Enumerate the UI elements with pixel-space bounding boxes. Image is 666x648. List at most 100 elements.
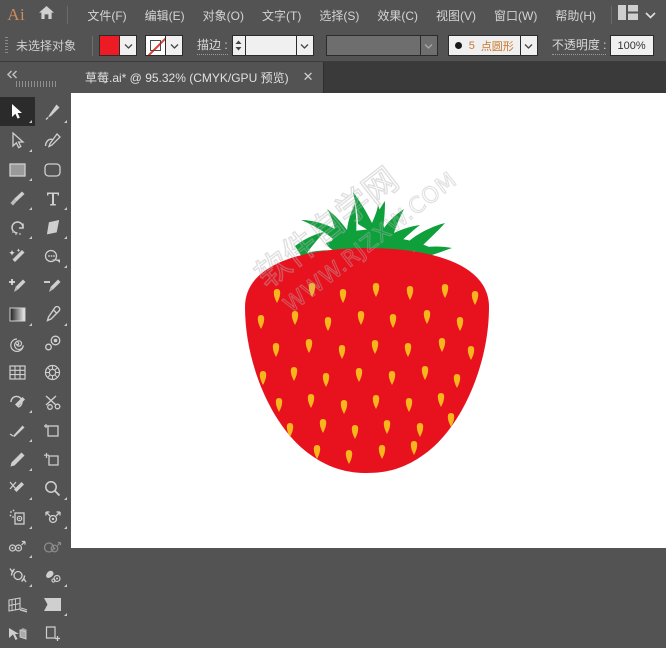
tool-corner-marker	[64, 497, 67, 500]
shaper-tool[interactable]	[0, 387, 35, 416]
stroke-weight-dropdown-button[interactable]	[296, 35, 314, 56]
free-transform-tool[interactable]	[35, 416, 70, 445]
type-tool[interactable]	[35, 184, 70, 213]
tool-corner-marker	[64, 584, 67, 587]
reshape-tool[interactable]	[35, 532, 70, 561]
close-icon[interactable]: ✕	[303, 71, 314, 84]
slice-tool[interactable]	[0, 474, 35, 503]
tool-corner-marker	[64, 323, 67, 326]
tool-corner-marker	[29, 236, 32, 239]
spiral-tool[interactable]	[0, 329, 35, 358]
menu-view[interactable]: 视图(V)	[427, 2, 485, 29]
scale-tool[interactable]	[35, 503, 70, 532]
perspective-selection-tool[interactable]	[0, 619, 35, 648]
workspace-grid-icon	[618, 5, 638, 25]
shape-builder-tool[interactable]	[35, 242, 70, 271]
workspace-switcher[interactable]	[605, 5, 666, 25]
grid-tool[interactable]	[0, 358, 35, 387]
tool-corner-marker	[29, 120, 32, 123]
home-button[interactable]	[32, 0, 61, 30]
menu-file[interactable]: 文件(F)	[78, 2, 135, 29]
tool-corner-marker	[29, 526, 32, 529]
pen-tool[interactable]	[35, 97, 70, 126]
stroke-weight-input[interactable]	[244, 35, 297, 56]
tool-corner-marker	[64, 120, 67, 123]
canvas-area[interactable]: 软件自学网 WWW.RJZXW.COM	[71, 93, 666, 548]
stroke-dropdown-button[interactable]	[166, 35, 184, 56]
live-paint-bucket-tool[interactable]	[35, 358, 70, 387]
paintbrush-tool[interactable]	[0, 184, 35, 213]
stroke-swatch[interactable]	[145, 35, 167, 56]
tool-corner-marker	[29, 555, 32, 558]
blend-tool[interactable]	[35, 329, 70, 358]
chevron-down-icon	[424, 43, 433, 49]
variable-width-dropdown-button[interactable]	[420, 35, 438, 56]
brush-definition-field[interactable]: 5 点圆形	[447, 35, 521, 56]
stroke-weight-control	[231, 35, 314, 56]
warp-tool[interactable]	[0, 532, 35, 561]
opacity-input[interactable]: 100%	[610, 35, 655, 56]
tool-corner-marker	[29, 323, 32, 326]
tool-corner-marker	[29, 497, 32, 500]
round-dot-icon	[454, 42, 462, 49]
variable-width-input[interactable]	[325, 35, 421, 56]
control-bar-grip[interactable]	[0, 30, 12, 62]
gradient-tool[interactable]	[0, 300, 35, 329]
brush-definition-control: 5 点圆形	[447, 35, 538, 56]
selection-tool[interactable]	[0, 97, 35, 126]
selection-status: 未选择对象	[16, 39, 77, 53]
menu-divider-left	[67, 6, 69, 24]
zoom-tool[interactable]	[35, 474, 70, 503]
scissors-tool[interactable]	[35, 387, 70, 416]
menu-select[interactable]: 选择(S)	[310, 2, 368, 29]
home-icon	[38, 5, 55, 25]
menu-help[interactable]: 帮助(H)	[546, 2, 605, 29]
menu-effect[interactable]: 效果(C)	[368, 2, 427, 29]
direct-selection-tool[interactable]	[0, 126, 35, 155]
symbol-sprayer-tool[interactable]	[0, 503, 35, 532]
tool-corner-marker	[29, 468, 32, 471]
add-anchor-point-tool[interactable]	[0, 271, 35, 300]
column-graph-tool[interactable]	[35, 590, 70, 619]
width-tool[interactable]	[0, 416, 35, 445]
variable-width-profile-control	[325, 35, 438, 56]
puppet-warp-tool[interactable]	[35, 561, 70, 590]
tool-corner-marker	[29, 439, 32, 442]
document-tab-title: 草莓.ai* @ 95.32% (CMYK/GPU 预览)	[85, 71, 289, 85]
illustrator-window: Ai 文件(F) 编辑(E) 对象(O) 文字(T) 选择(S) 效果(C) 视…	[0, 0, 666, 641]
eyedropper-tool[interactable]	[35, 300, 70, 329]
drag-grip[interactable]	[16, 81, 56, 87]
rounded-rectangle-tool[interactable]	[35, 155, 70, 184]
fill-swatch[interactable]	[99, 35, 121, 56]
tool-corner-marker	[64, 207, 67, 210]
rotate-tool[interactable]	[0, 213, 35, 242]
menu-type[interactable]: 文字(T)	[253, 2, 310, 29]
tools-grid	[0, 97, 71, 648]
strawberry-illustration: 软件自学网 WWW.RJZXW.COM	[245, 159, 489, 473]
delete-anchor-point-tool[interactable]	[35, 271, 70, 300]
pencil-tool[interactable]	[0, 445, 35, 474]
artboard-add-tool[interactable]	[35, 619, 70, 648]
chevron-down-icon	[524, 43, 533, 49]
artboard-tool[interactable]	[35, 445, 70, 474]
menu-object[interactable]: 对象(O)	[194, 2, 253, 29]
stepper-arrows-icon	[235, 40, 242, 51]
stroke-weight-stepper[interactable]	[231, 35, 245, 56]
magic-wand-tool[interactable]	[0, 242, 35, 271]
stroke-weight-label: 描边 :	[197, 36, 228, 55]
curvature-tool[interactable]	[35, 126, 70, 155]
brush-profile-name: 点圆形	[480, 40, 514, 53]
perspective-grid-tool[interactable]	[0, 590, 35, 619]
chevron-down-icon	[645, 6, 656, 24]
menu-window[interactable]: 窗口(W)	[485, 2, 546, 29]
control-sep-1	[92, 35, 94, 56]
tools-panel	[0, 93, 71, 641]
rectangle-tool[interactable]	[0, 155, 35, 184]
menu-divider-right	[611, 6, 612, 24]
brush-definition-dropdown-button[interactable]	[520, 35, 538, 56]
fill-dropdown-button[interactable]	[120, 35, 138, 56]
document-tab[interactable]: 草莓.ai* @ 95.32% (CMYK/GPU 预览) ✕	[71, 62, 325, 93]
rotate-view-tool[interactable]	[0, 561, 35, 590]
eraser-tool[interactable]	[35, 213, 70, 242]
menu-edit[interactable]: 编辑(E)	[136, 2, 194, 29]
